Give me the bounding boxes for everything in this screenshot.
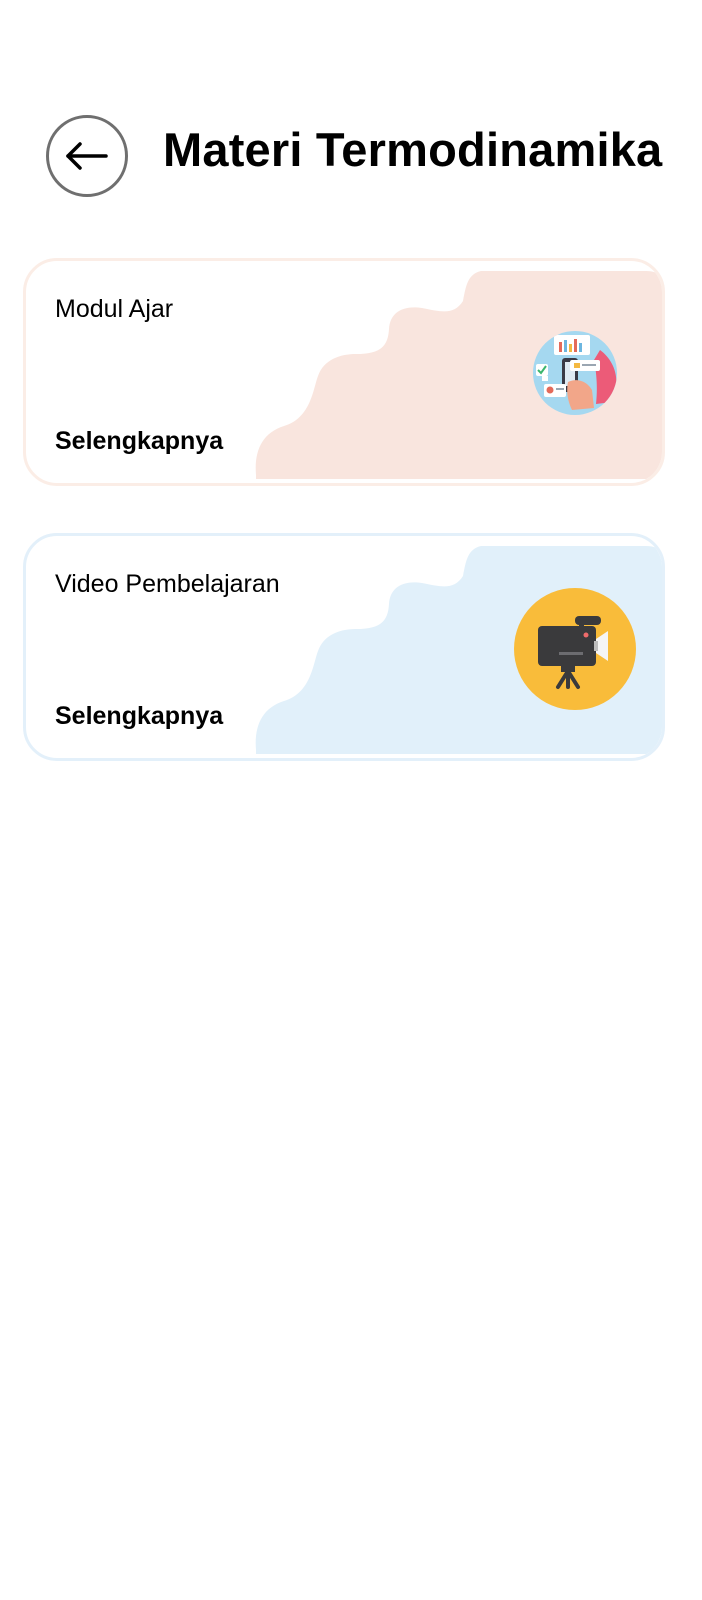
screen: Materi Termodinamika Modul Ajar Selengka… bbox=[0, 0, 702, 1600]
card-title: Video Pembelajaran bbox=[55, 570, 280, 598]
header: Materi Termodinamika bbox=[0, 0, 702, 250]
see-more-link[interactable]: Selengkapnya bbox=[55, 425, 223, 457]
card-title: Modul Ajar bbox=[55, 295, 174, 323]
card-modul-ajar[interactable]: Modul Ajar Selengkapnya bbox=[23, 258, 665, 486]
card-video-pembelajaran[interactable]: Video Pembelajaran Selengkapnya bbox=[23, 533, 665, 761]
arrow-left-icon bbox=[66, 142, 108, 170]
see-more-link[interactable]: Selengkapnya bbox=[55, 700, 223, 732]
page-title: Materi Termodinamika bbox=[163, 123, 663, 176]
document-analytics-icon bbox=[533, 331, 617, 415]
video-camera-icon bbox=[514, 588, 636, 710]
back-button[interactable] bbox=[46, 115, 128, 197]
